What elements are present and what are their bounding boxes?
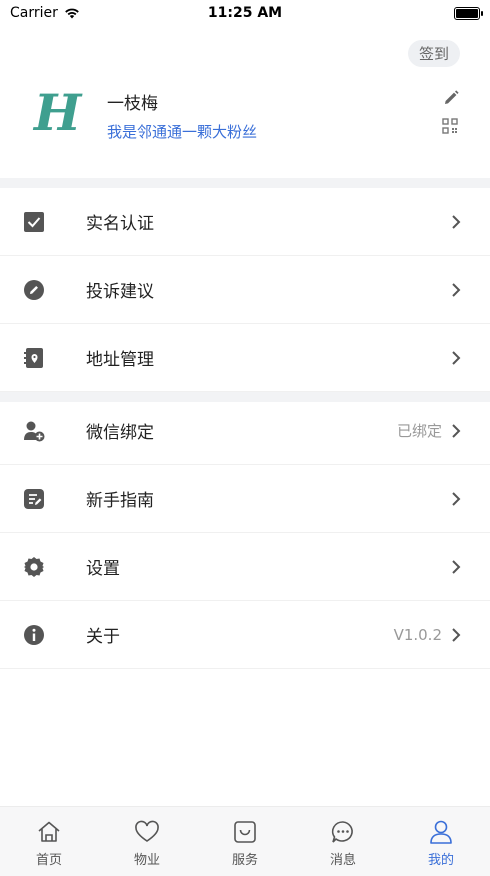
- menu-item-address[interactable]: 地址管理: [0, 324, 490, 392]
- menu-item-guide[interactable]: 新手指南: [0, 465, 490, 533]
- checkbox-icon: [24, 211, 44, 232]
- chevron-right-icon: [452, 423, 461, 438]
- profile-header: 签到 H 一枝梅 我是邻通通一颗大粉丝: [0, 26, 490, 178]
- tab-label: 服务: [231, 853, 258, 868]
- battery-icon: [454, 6, 483, 20]
- tab-label: 物业: [133, 853, 160, 868]
- menu-label: 微信绑定: [86, 423, 154, 443]
- signin-button[interactable]: 签到: [408, 40, 460, 67]
- chevron-right-icon: [452, 559, 461, 574]
- carrier-label: Carrier: [10, 5, 58, 21]
- chevron-right-icon: [452, 491, 461, 506]
- chevron-right-icon: [452, 627, 461, 642]
- qrcode-icon[interactable]: [442, 118, 458, 134]
- user-name: 一枝梅: [107, 94, 158, 114]
- tab-label: 消息: [329, 853, 356, 868]
- tab-label: 我的: [427, 853, 454, 868]
- wifi-icon: [65, 8, 79, 19]
- menu-item-wechat-binding[interactable]: 微信绑定 已绑定: [0, 397, 490, 465]
- tab-mine[interactable]: 我的: [392, 807, 490, 876]
- info-icon: [24, 624, 44, 645]
- tab-label: 首页: [35, 853, 62, 868]
- menu-item-real-name[interactable]: 实名认证: [0, 188, 490, 256]
- chevron-right-icon: [452, 350, 461, 365]
- user-add-icon: [24, 421, 45, 441]
- home-icon: [38, 821, 60, 842]
- document-icon: [24, 488, 44, 509]
- tab-messages[interactable]: 消息: [294, 807, 392, 876]
- menu-item-complaint[interactable]: 投诉建议: [0, 256, 490, 324]
- version-label: V1.0.2: [393, 625, 442, 644]
- user-avatar[interactable]: H: [34, 86, 81, 140]
- section-divider: [0, 178, 490, 188]
- pencil-circle-icon: [24, 279, 44, 300]
- tab-bar: 首页 物业 服务 消息 我的: [0, 806, 490, 876]
- address-book-icon: [24, 347, 43, 368]
- menu-label: 实名认证: [86, 214, 154, 234]
- binding-status: 已绑定: [396, 422, 442, 440]
- tab-property[interactable]: 物业: [98, 807, 196, 876]
- heart-icon: [135, 820, 159, 842]
- menu-label: 设置: [86, 559, 120, 579]
- gear-icon: [24, 556, 44, 577]
- menu-label: 地址管理: [86, 350, 154, 370]
- service-icon: [234, 821, 256, 843]
- menu-label: 关于: [86, 627, 120, 647]
- status-left: Carrier: [10, 5, 80, 21]
- menu-label: 投诉建议: [86, 282, 154, 302]
- user-bio: 我是邻通通一颗大粉丝: [107, 123, 258, 141]
- menu-label: 新手指南: [86, 491, 154, 511]
- edit-icon[interactable]: [442, 89, 460, 107]
- chevron-right-icon: [452, 214, 461, 229]
- status-bar: Carrier 11:25 AM: [0, 0, 490, 26]
- menu-item-settings[interactable]: 设置: [0, 533, 490, 601]
- person-icon: [430, 820, 452, 844]
- tab-home[interactable]: 首页: [0, 807, 98, 876]
- chevron-right-icon: [452, 282, 461, 297]
- tab-service[interactable]: 服务: [196, 807, 294, 876]
- chat-icon: [331, 821, 353, 843]
- menu-item-about[interactable]: 关于 V1.0.2: [0, 601, 490, 669]
